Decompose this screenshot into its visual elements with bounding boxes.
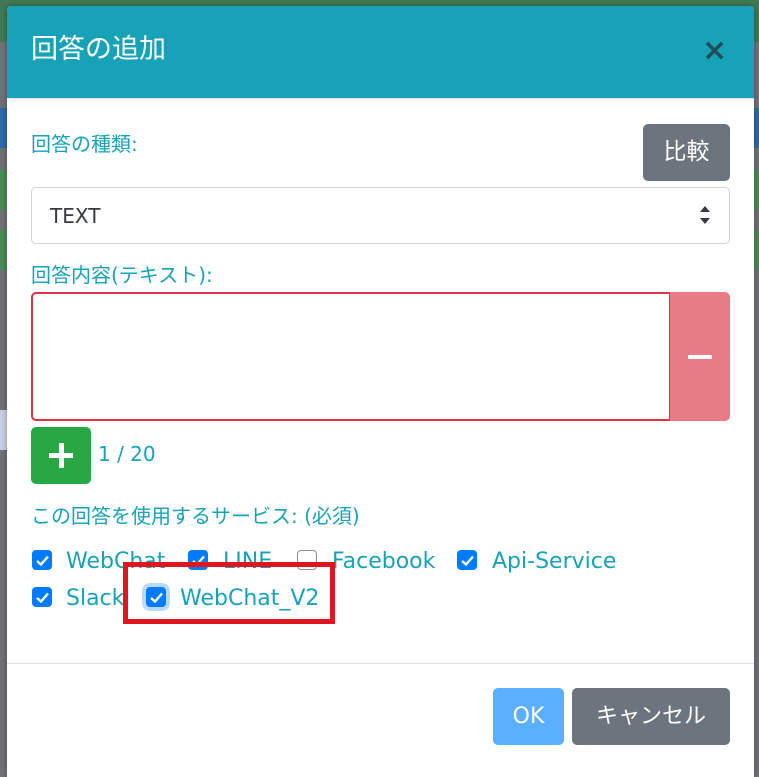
minus-icon: [688, 355, 712, 359]
dialog-title: 回答の追加: [31, 34, 166, 65]
content-textarea[interactable]: [31, 292, 671, 421]
service-checkbox-webchat[interactable]: [32, 550, 52, 570]
backdrop-block: [0, 230, 7, 270]
add-answer-button[interactable]: [31, 427, 91, 484]
services-label: この回答を使用するサービス: (必須): [31, 504, 360, 528]
footer-divider: [7, 663, 754, 664]
compare-button[interactable]: 比較: [643, 124, 730, 181]
answer-counter: 1 / 20: [98, 442, 156, 466]
content-label: 回答内容(テキスト):: [31, 263, 213, 287]
backdrop-block: [754, 230, 759, 270]
add-answer-dialog: 回答の追加 × 回答の種類: 比較 TEXT 回答内容(テキスト): 1 / 2…: [7, 6, 754, 777]
check-icon: [36, 555, 49, 566]
remove-answer-button[interactable]: [670, 292, 730, 421]
check-icon: [36, 592, 49, 603]
highlight-box: [123, 562, 335, 624]
select-arrows-icon: [700, 206, 710, 224]
backdrop-block: [754, 170, 759, 210]
service-checkbox-api-service[interactable]: [457, 550, 477, 570]
close-button[interactable]: ×: [702, 36, 727, 66]
ok-button[interactable]: OK: [493, 688, 564, 745]
service-label-facebook[interactable]: Facebook: [332, 548, 435, 576]
backdrop-block: [0, 108, 7, 148]
service-checkbox-slack[interactable]: [32, 587, 52, 607]
backdrop-block: [0, 170, 7, 210]
service-label-api-service[interactable]: Api-Service: [492, 548, 616, 576]
backdrop-block: [754, 108, 759, 148]
service-label-slack[interactable]: Slack: [66, 585, 124, 613]
answer-type-select[interactable]: TEXT: [31, 187, 730, 244]
cancel-button[interactable]: キャンセル: [572, 688, 730, 745]
dialog-header: 回答の追加 ×: [7, 6, 754, 99]
answer-type-value: TEXT: [50, 204, 101, 228]
check-icon: [461, 555, 474, 566]
backdrop-block: [0, 410, 7, 450]
answer-type-label: 回答の種類:: [31, 132, 138, 156]
plus-icon: [59, 443, 64, 468]
